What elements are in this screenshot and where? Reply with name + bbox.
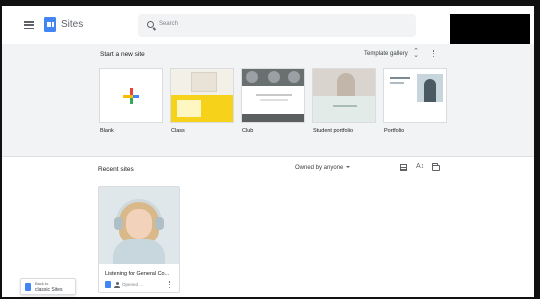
template-label: Portfolio: [384, 128, 405, 134]
section-divider: [2, 156, 534, 157]
search-placeholder: Search: [159, 21, 179, 27]
start-new-site-heading: Start a new site: [100, 51, 145, 58]
search-input[interactable]: Search: [138, 14, 416, 37]
search-icon[interactable]: [147, 21, 154, 28]
sites-file-icon: [105, 281, 111, 288]
classic-label-line2: classic Sites: [35, 287, 63, 293]
template-portfolio[interactable]: [383, 68, 447, 123]
list-view-icon[interactable]: [400, 164, 407, 171]
sites-logo-icon[interactable]: [44, 17, 56, 32]
caret-down-icon: [346, 166, 351, 168]
recent-site-card[interactable]: Listening for General Co... Opened ...: [98, 186, 180, 293]
site-thumbnail: [99, 187, 179, 264]
template-gallery-button[interactable]: Template gallery: [364, 51, 408, 57]
template-student-portfolio[interactable]: [312, 68, 376, 123]
classic-label-line1: Back to: [35, 281, 49, 286]
unfold-icon[interactable]: ⌃ ⌄: [413, 48, 419, 59]
template-label: Student portfolio: [313, 128, 354, 134]
app-title[interactable]: Sites: [61, 19, 83, 30]
owner-filter-dropdown[interactable]: Owned by anyone: [295, 165, 351, 171]
site-more-options-icon[interactable]: [168, 281, 171, 289]
sort-az-icon[interactable]: A↕: [416, 163, 424, 170]
classic-sites-icon: [25, 283, 31, 291]
template-label: Class: [171, 128, 185, 134]
back-to-classic-sites-button[interactable]: Back to classic Sites: [20, 278, 76, 295]
site-opened-meta: Opened ...: [122, 282, 144, 287]
folder-icon[interactable]: [431, 163, 440, 171]
shared-people-icon: [114, 282, 120, 288]
main-menu-icon[interactable]: [24, 21, 34, 30]
recent-sites-heading: Recent sites: [98, 166, 134, 173]
template-club[interactable]: [241, 68, 305, 123]
template-blank[interactable]: [99, 68, 163, 123]
template-class[interactable]: [170, 68, 234, 123]
owner-filter-label: Owned by anyone: [295, 165, 344, 171]
site-title: Listening for General Co...: [105, 271, 170, 277]
template-label: Blank: [100, 128, 114, 134]
more-options-icon[interactable]: [432, 50, 435, 59]
template-label: Club: [242, 128, 254, 134]
plus-icon: [123, 88, 139, 104]
